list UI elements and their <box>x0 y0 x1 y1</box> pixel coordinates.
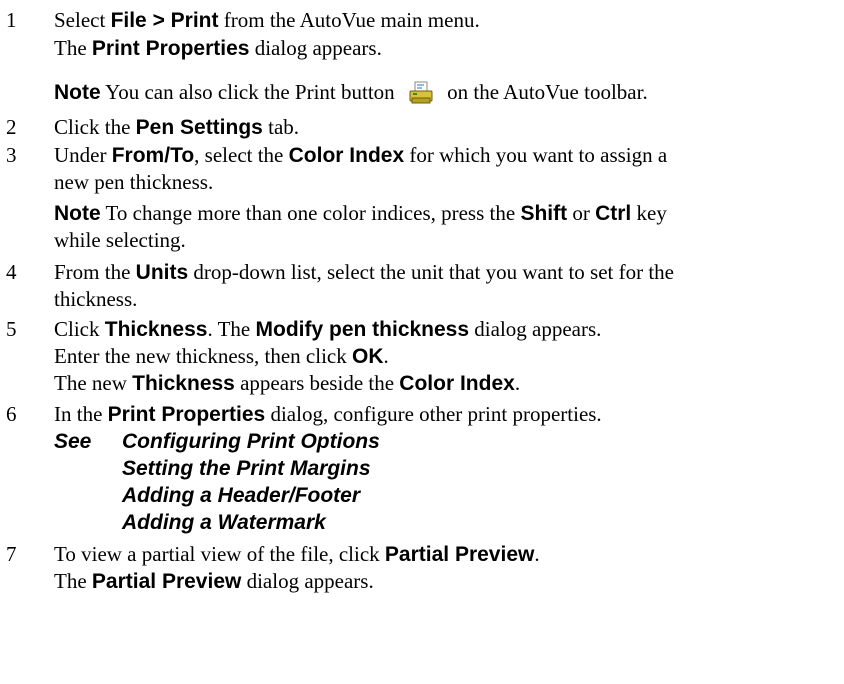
step-1-line-1: Select File > Print from the AutoVue mai… <box>54 8 480 32</box>
step-number: 5 <box>6 317 17 341</box>
step-number: 1 <box>6 8 17 32</box>
step-number: 6 <box>6 402 17 426</box>
document-page: { "steps": [ {"num": "1", "l1": {"a": "S… <box>0 0 844 684</box>
step-3-note: Note To change more than one color indic… <box>54 201 667 225</box>
step-4-line-2: thickness. <box>54 287 138 311</box>
step-4-line-1: From the Units drop-down list, select th… <box>54 260 674 284</box>
step-number: 2 <box>6 115 17 139</box>
see-link-setting-print-margins[interactable]: Setting the Print Margins <box>122 457 371 481</box>
step-3-line-3: while selecting. <box>54 228 186 252</box>
step-number: 4 <box>6 260 17 284</box>
step-3-line-2: new pen thickness. <box>54 170 214 194</box>
step-6-line-1: In the Print Properties dialog, configur… <box>54 402 602 426</box>
step-5-line-1: Click Thickness. The Modify pen thicknes… <box>54 317 602 341</box>
step-7-line-1: To view a partial view of the file, clic… <box>54 542 540 566</box>
step-1-note: Note You can also click the Print button… <box>54 80 648 110</box>
step-5-line-3: The new Thickness appears beside the Col… <box>54 371 521 395</box>
step-3-line-1: Under From/To, select the Color Index fo… <box>54 143 668 167</box>
see-link-configuring-print-options[interactable]: Configuring Print Options <box>122 430 380 454</box>
see-link-header-footer[interactable]: Adding a Header/Footer <box>122 484 360 508</box>
step-5-line-2: Enter the new thickness, then click OK. <box>54 344 389 368</box>
see-link-watermark[interactable]: Adding a Watermark <box>122 511 326 535</box>
see-label: See <box>54 430 92 453</box>
step-2-line-1: Click the Pen Settings tab. <box>54 115 300 139</box>
step-1-line-2: The Print Properties dialog appears. <box>54 36 382 60</box>
print-icon <box>408 81 434 110</box>
step-7-line-2: The Partial Preview dialog appears. <box>54 569 374 593</box>
step-number: 3 <box>6 143 17 167</box>
step-number: 7 <box>6 542 17 566</box>
